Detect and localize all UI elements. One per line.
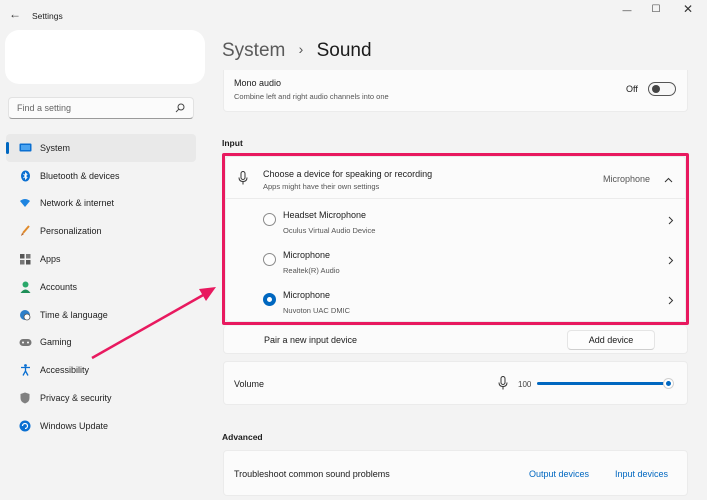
sidebar-item-personalization[interactable]: Personalization: [6, 217, 196, 245]
pair-input-device-row: Pair a new input device Add device: [223, 326, 688, 354]
troubleshoot-label: Troubleshoot common sound problems: [234, 469, 390, 479]
minimize-button[interactable]: —: [617, 5, 637, 15]
sidebar-item-time-language[interactable]: Time & language: [6, 301, 196, 329]
globe-clock-icon: [18, 308, 32, 322]
sidebar-item-label: Accounts: [40, 281, 78, 292]
profile-card[interactable]: [5, 30, 205, 84]
sidebar-item-label: Time & language: [40, 309, 108, 320]
mono-audio-title: Mono audio: [234, 78, 282, 88]
troubleshoot-row: Troubleshoot common sound problems Outpu…: [223, 450, 688, 496]
sidebar-item-label: Personalization: [40, 226, 102, 237]
sidebar-item-label: Gaming: [40, 337, 72, 348]
volume-slider-track[interactable]: [537, 382, 668, 385]
advanced-section-label: Advanced: [222, 432, 263, 442]
sidebar-item-bluetooth[interactable]: Bluetooth & devices: [6, 162, 196, 190]
maximize-button[interactable]: ☐: [646, 4, 666, 15]
person-icon: [18, 280, 32, 294]
input-devices-link[interactable]: Input devices: [615, 469, 668, 479]
microphone-icon: [498, 376, 508, 390]
app-title: Settings: [32, 11, 63, 21]
sidebar-item-system[interactable]: System: [6, 134, 196, 162]
mono-audio-row: Mono audio Combine left and right audio …: [223, 70, 688, 112]
brush-icon: [18, 224, 32, 238]
volume-label: Volume: [234, 379, 265, 389]
search-box[interactable]: [8, 97, 194, 119]
sidebar-item-accounts[interactable]: Accounts: [6, 273, 196, 301]
sidebar-item-label: Bluetooth & devices: [40, 170, 120, 181]
sidebar-item-gaming[interactable]: Gaming: [6, 329, 196, 357]
bluetooth-icon: [18, 169, 32, 183]
title-bar: ← Settings — ☐ ✕: [0, 0, 707, 30]
sidebar-nav: System Bluetooth & devices Network & int…: [6, 134, 196, 440]
search-input[interactable]: [17, 101, 167, 115]
search-icon: [175, 103, 185, 113]
breadcrumb: System › Sound: [222, 40, 372, 62]
sidebar-item-label: System: [40, 142, 71, 153]
page-title: Sound: [316, 40, 372, 61]
sidebar-item-apps[interactable]: Apps: [6, 245, 196, 273]
sidebar-item-label: Network & internet: [40, 198, 115, 209]
volume-value: 100: [518, 380, 532, 389]
pair-device-label: Pair a new input device: [264, 335, 358, 345]
mono-audio-subtitle: Combine left and right audio channels in…: [234, 92, 389, 101]
back-arrow-icon[interactable]: ←: [9, 7, 21, 21]
sidebar-item-label: Privacy & security: [40, 393, 112, 404]
breadcrumb-parent[interactable]: System: [222, 40, 285, 61]
sidebar-item-label: Windows Update: [40, 420, 109, 431]
add-device-button[interactable]: Add device: [567, 330, 655, 350]
shield-icon: [18, 391, 32, 405]
gamepad-icon: [18, 335, 32, 349]
mono-audio-toggle[interactable]: [648, 82, 676, 96]
volume-slider-thumb[interactable]: [664, 379, 673, 388]
sidebar-item-windows-update[interactable]: Windows Update: [6, 412, 196, 440]
sidebar-item-network[interactable]: Network & internet: [6, 190, 196, 218]
highlight-box: [222, 153, 689, 325]
output-devices-link[interactable]: Output devices: [529, 469, 589, 479]
wifi-icon: [18, 196, 32, 210]
sidebar-item-privacy[interactable]: Privacy & security: [6, 384, 196, 412]
close-button[interactable]: ✕: [678, 2, 698, 16]
apps-icon: [18, 252, 32, 266]
sidebar-item-label: Accessibility: [40, 365, 90, 376]
input-section-label: Input: [222, 138, 243, 148]
breadcrumb-separator: ›: [298, 41, 304, 57]
monitor-icon: [18, 141, 32, 155]
update-icon: [18, 419, 32, 433]
mono-audio-state: Off: [626, 84, 638, 94]
accessibility-icon: [18, 363, 32, 377]
sidebar-item-label: Apps: [40, 254, 61, 265]
sidebar-item-accessibility[interactable]: Accessibility: [6, 356, 196, 384]
